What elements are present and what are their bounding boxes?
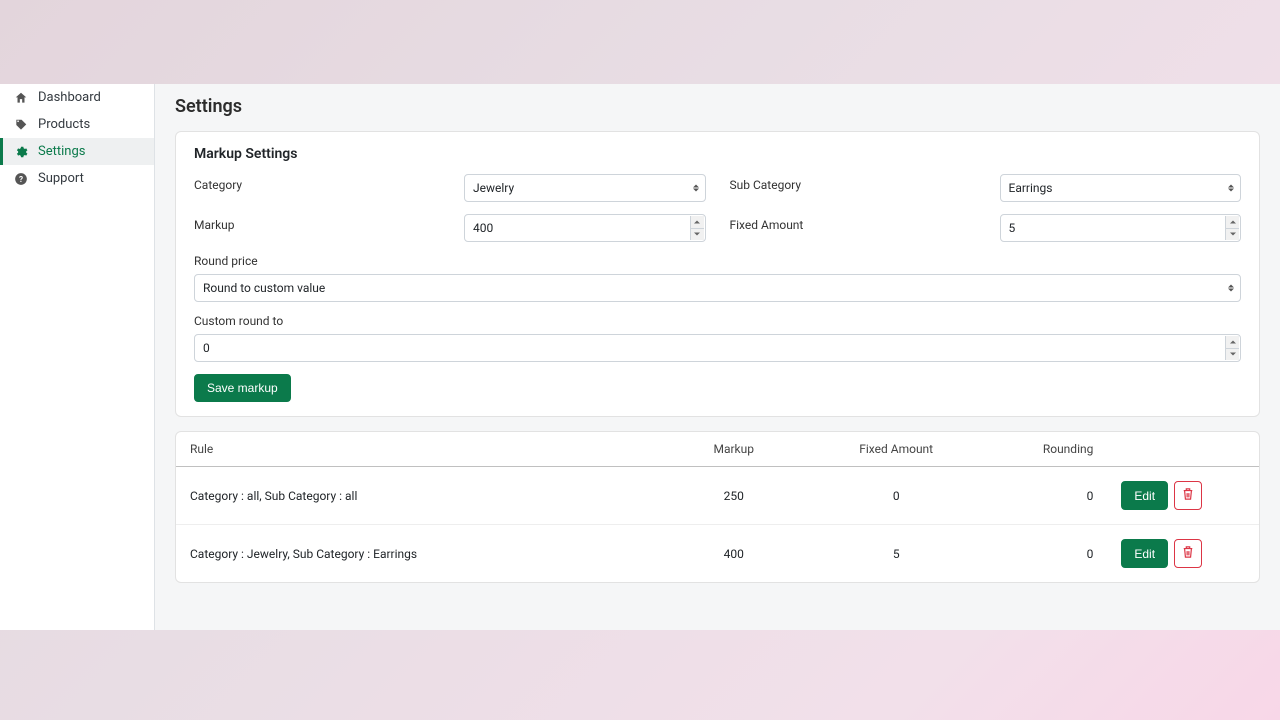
select-caret-icon — [1228, 185, 1234, 192]
sidebar-item-dashboard[interactable]: Dashboard — [0, 84, 154, 111]
label-category: Category — [194, 174, 464, 202]
card-title: Markup Settings — [194, 146, 1241, 162]
sidebar-item-label: Settings — [38, 144, 85, 159]
stepper-up-icon[interactable] — [1226, 216, 1239, 229]
round-price-select[interactable]: Round to custom value — [194, 274, 1241, 302]
cell-rule: Category : Jewelry, Sub Category : Earri… — [176, 525, 653, 583]
rules-table-card: Rule Markup Fixed Amount Rounding Catego… — [175, 431, 1260, 583]
label-round-price: Round price — [194, 254, 1241, 268]
cell-markup: 250 — [653, 467, 815, 525]
table-row: Category : all, Sub Category : all 250 0… — [176, 467, 1259, 525]
select-value: Round to custom value — [203, 281, 325, 295]
stepper-up-icon[interactable] — [691, 216, 704, 229]
custom-round-input[interactable]: 0 — [194, 334, 1241, 362]
cell-rounding: 0 — [977, 467, 1107, 525]
select-value: Earrings — [1009, 181, 1053, 195]
page-title: Settings — [175, 96, 1260, 117]
bottom-gap — [0, 630, 1280, 720]
fixed-amount-input[interactable]: 5 — [1000, 214, 1242, 242]
sidebar-item-label: Dashboard — [38, 90, 101, 105]
sidebar-item-support[interactable]: ? Support — [0, 165, 154, 192]
tag-icon — [14, 118, 28, 132]
label-custom-round-to: Custom round to — [194, 314, 1241, 328]
app-container: Dashboard Products Settings ? Support Se… — [0, 84, 1280, 630]
input-value: 5 — [1009, 221, 1016, 235]
main-content: Settings Markup Settings Category Jewelr… — [155, 84, 1280, 630]
sidebar-item-products[interactable]: Products — [0, 111, 154, 138]
label-sub-category: Sub Category — [730, 174, 1000, 202]
stepper-up-icon[interactable] — [1226, 336, 1239, 349]
custom-round-stepper[interactable] — [1225, 336, 1239, 360]
th-actions — [1107, 432, 1259, 467]
category-select[interactable]: Jewelry — [464, 174, 706, 202]
sidebar: Dashboard Products Settings ? Support — [0, 84, 155, 630]
trash-icon — [1182, 487, 1194, 504]
th-rule: Rule — [176, 432, 653, 467]
gear-icon — [14, 145, 28, 159]
rules-table: Rule Markup Fixed Amount Rounding Catego… — [176, 432, 1259, 582]
label-fixed-amount: Fixed Amount — [730, 214, 1000, 242]
cell-rounding: 0 — [977, 525, 1107, 583]
cell-fixed-amount: 0 — [815, 467, 977, 525]
markup-input[interactable]: 400 — [464, 214, 706, 242]
input-value: 0 — [203, 341, 210, 355]
top-gap — [0, 0, 1280, 84]
select-caret-icon — [1228, 285, 1234, 292]
home-icon — [14, 91, 28, 105]
cell-markup: 400 — [653, 525, 815, 583]
sidebar-item-label: Products — [38, 117, 90, 132]
fixed-amount-stepper[interactable] — [1225, 216, 1239, 240]
th-markup: Markup — [653, 432, 815, 467]
sidebar-item-label: Support — [38, 171, 84, 186]
trash-icon — [1182, 545, 1194, 562]
sub-category-select[interactable]: Earrings — [1000, 174, 1242, 202]
table-row: Category : Jewelry, Sub Category : Earri… — [176, 525, 1259, 583]
markup-settings-card: Markup Settings Category Jewelry Sub Cat… — [175, 131, 1260, 417]
th-fixed-amount: Fixed Amount — [815, 432, 977, 467]
select-value: Jewelry — [473, 181, 514, 195]
stepper-down-icon[interactable] — [691, 229, 704, 241]
delete-button[interactable] — [1174, 539, 1202, 568]
markup-stepper[interactable] — [690, 216, 704, 240]
select-caret-icon — [693, 185, 699, 192]
svg-text:?: ? — [19, 173, 23, 183]
input-value: 400 — [473, 221, 493, 235]
sidebar-item-settings[interactable]: Settings — [0, 138, 154, 165]
cell-rule: Category : all, Sub Category : all — [176, 467, 653, 525]
delete-button[interactable] — [1174, 481, 1202, 510]
label-markup: Markup — [194, 214, 464, 242]
cell-fixed-amount: 5 — [815, 525, 977, 583]
edit-button[interactable]: Edit — [1121, 481, 1168, 510]
stepper-down-icon[interactable] — [1226, 349, 1239, 361]
th-rounding: Rounding — [977, 432, 1107, 467]
stepper-down-icon[interactable] — [1226, 229, 1239, 241]
question-icon: ? — [14, 172, 28, 186]
edit-button[interactable]: Edit — [1121, 539, 1168, 568]
save-markup-button[interactable]: Save markup — [194, 374, 291, 402]
